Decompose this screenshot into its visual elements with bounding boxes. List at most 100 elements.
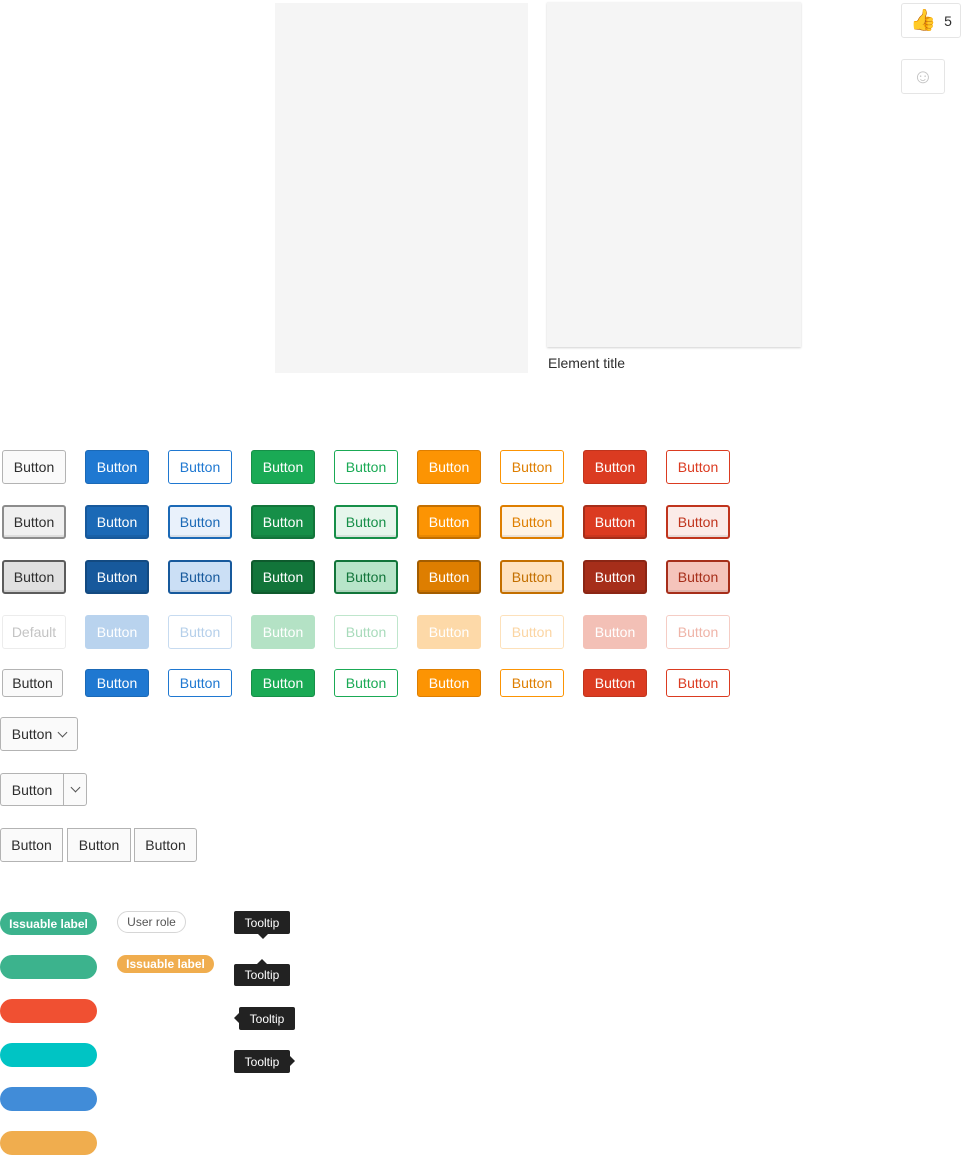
button-label: Button	[594, 459, 636, 475]
element-title: Element title	[548, 355, 626, 371]
issuable-label-orange[interactable]: Issuable label	[117, 955, 214, 973]
success-outline-button-small[interactable]: Button	[334, 669, 398, 697]
danger-outline-button-focus[interactable]: Button	[666, 505, 730, 539]
success-outline-button-normal[interactable]: Button	[334, 450, 398, 484]
label-swatch[interactable]	[0, 955, 97, 979]
tooltip-text: Tooltip	[249, 1011, 285, 1026]
button-label: Button	[677, 459, 719, 475]
button-label: Button	[179, 514, 221, 530]
button-label: Button	[13, 569, 55, 585]
success-button-normal[interactable]: Button	[251, 450, 315, 484]
danger-outline-button-active[interactable]: Button	[666, 560, 730, 594]
primary-button-active[interactable]: Button	[85, 560, 149, 594]
tooltip-text: Tooltip	[244, 1054, 280, 1069]
primary-outline-button-normal[interactable]: Button	[168, 450, 232, 484]
warning-outline-button-disabled: Button	[500, 615, 564, 649]
group-button-label: Button	[78, 837, 120, 853]
warning-outline-button-normal[interactable]: Button	[500, 450, 564, 484]
button-label: Button	[179, 459, 221, 475]
button-label: Button	[345, 514, 387, 530]
chevron-down-icon	[70, 782, 80, 793]
issuable-label-green[interactable]: Issuable label	[0, 912, 97, 935]
primary-button-normal[interactable]: Button	[85, 450, 149, 484]
success-outline-button-focus[interactable]: Button	[334, 505, 398, 539]
button-label: Button	[428, 514, 470, 530]
award-thumbs-up-button[interactable]: 👍 5	[901, 3, 961, 38]
success-outline-button-active[interactable]: Button	[334, 560, 398, 594]
button-label: Button	[13, 514, 55, 530]
label-swatch[interactable]	[0, 1043, 97, 1067]
chevron-down-icon	[57, 727, 68, 737]
danger-outline-button-normal[interactable]: Button	[666, 450, 730, 484]
button-label: Button	[96, 569, 138, 585]
primary-outline-button-active[interactable]: Button	[168, 560, 232, 594]
group-button-2[interactable]: Button	[67, 828, 131, 862]
group-button-1[interactable]: Button	[0, 828, 63, 862]
default-button-normal[interactable]: Button	[2, 450, 66, 484]
button-label: Button	[677, 514, 719, 530]
label-text: Issuable label	[126, 957, 205, 971]
label-swatch[interactable]	[0, 1087, 97, 1111]
dropdown-button[interactable]: Button	[0, 717, 78, 751]
danger-button-active[interactable]: Button	[583, 560, 647, 594]
button-label: Button	[96, 624, 138, 640]
warning-outline-button-active[interactable]: Button	[500, 560, 564, 594]
label-swatch[interactable]	[0, 999, 97, 1023]
primary-outline-button-focus[interactable]: Button	[168, 505, 232, 539]
split-button-main[interactable]: Button	[0, 773, 63, 806]
split-button-toggle[interactable]	[63, 773, 87, 806]
button-label: Button	[262, 675, 304, 691]
preview-card-right	[547, 2, 801, 347]
danger-outline-button-small[interactable]: Button	[666, 669, 730, 697]
warning-button-active[interactable]: Button	[417, 560, 481, 594]
default-button-small[interactable]: Button	[2, 669, 63, 697]
button-label: Button	[345, 624, 387, 640]
default-button-focus[interactable]: Button	[2, 505, 66, 539]
success-button-active[interactable]: Button	[251, 560, 315, 594]
button-label: Button	[511, 514, 553, 530]
user-role-badge: User role	[117, 911, 186, 933]
button-label: Button	[96, 514, 138, 530]
thumbs-up-icon: 👍	[910, 9, 937, 32]
danger-button-focus[interactable]: Button	[583, 505, 647, 539]
danger-button-small[interactable]: Button	[583, 669, 647, 697]
label-text: Issuable label	[9, 916, 88, 931]
button-label: Button	[179, 569, 221, 585]
button-label: Button	[345, 569, 387, 585]
label-swatch[interactable]	[0, 1131, 97, 1155]
button-label: Button	[12, 675, 53, 691]
primary-outline-button-small[interactable]: Button	[168, 669, 232, 697]
tooltip-left: Tooltip	[234, 1050, 290, 1073]
button-label: Button	[511, 569, 553, 585]
warning-outline-button-focus[interactable]: Button	[500, 505, 564, 539]
dropdown-button-label: Button	[11, 726, 53, 742]
button-label: Button	[179, 624, 221, 640]
warning-outline-button-small[interactable]: Button	[500, 669, 564, 697]
warning-button-small[interactable]: Button	[417, 669, 481, 697]
add-reaction-button[interactable]: ☺	[901, 59, 945, 94]
primary-button-focus[interactable]: Button	[85, 505, 149, 539]
tooltip-text: Tooltip	[244, 968, 280, 982]
success-outline-button-disabled: Button	[334, 615, 398, 649]
warning-button-normal[interactable]: Button	[417, 450, 481, 484]
group-button-3[interactable]: Button	[134, 828, 197, 862]
button-label: Button	[511, 624, 553, 640]
label-text: User role	[127, 915, 176, 929]
button-label: Button	[179, 675, 221, 691]
button-label: Button	[594, 624, 636, 640]
warning-button-disabled: Button	[417, 615, 481, 649]
button-label: Button	[594, 514, 636, 530]
button-label: Button	[262, 624, 304, 640]
warning-button-focus[interactable]: Button	[417, 505, 481, 539]
default-button-active[interactable]: Button	[2, 560, 66, 594]
group-button-label: Button	[145, 837, 186, 853]
danger-outline-button-disabled: Button	[666, 615, 730, 649]
button-label: Button	[677, 675, 719, 691]
button-label: Button	[428, 569, 470, 585]
success-button-focus[interactable]: Button	[251, 505, 315, 539]
primary-button-small[interactable]: Button	[85, 669, 149, 697]
success-button-small[interactable]: Button	[251, 669, 315, 697]
button-label: Button	[511, 675, 553, 691]
primary-button-disabled: Button	[85, 615, 149, 649]
danger-button-normal[interactable]: Button	[583, 450, 647, 484]
